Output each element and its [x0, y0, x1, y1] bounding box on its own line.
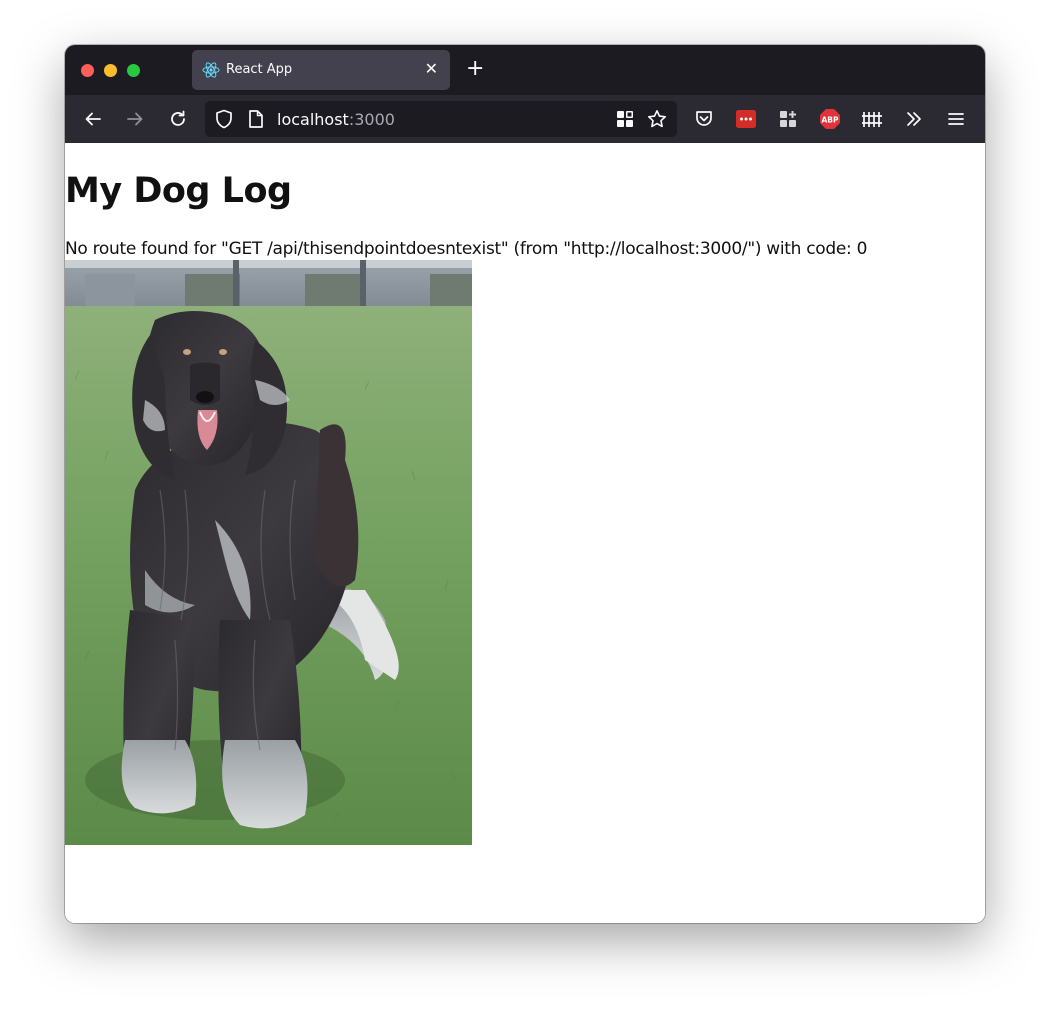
url-host: localhost	[277, 110, 349, 129]
dog-photo	[65, 260, 472, 845]
overflow-chevron-icon[interactable]	[902, 107, 926, 131]
pocket-icon[interactable]	[692, 107, 716, 131]
bookmark-star-icon[interactable]	[647, 109, 667, 129]
page-content: My Dog Log No route found for "GET /api/…	[65, 143, 985, 923]
svg-text:ABP: ABP	[821, 116, 839, 125]
close-window-button[interactable]	[81, 64, 94, 77]
browser-window: React App ✕ + localhost:3000 ABP My Dog …	[65, 45, 985, 923]
adblock-icon[interactable]: ABP	[818, 107, 842, 131]
new-tab-button[interactable]: +	[466, 57, 484, 81]
minimize-window-button[interactable]	[104, 64, 117, 77]
page-icon[interactable]	[246, 109, 266, 129]
tab-strip: React App ✕ +	[65, 45, 985, 95]
navigation-toolbar: localhost:3000 ABP	[65, 95, 985, 143]
tab-react-app[interactable]: React App ✕	[192, 50, 450, 90]
url-port: :3000	[348, 110, 395, 129]
maximize-window-button[interactable]	[127, 64, 140, 77]
reload-icon[interactable]	[166, 107, 190, 131]
react-logo-icon	[202, 61, 220, 79]
shield-icon[interactable]	[214, 109, 234, 129]
back-icon[interactable]	[81, 107, 105, 131]
fence-icon[interactable]	[860, 107, 884, 131]
error-message: No route found for "GET /api/thisendpoin…	[65, 239, 868, 259]
page-title: My Dog Log	[65, 171, 292, 211]
forward-icon[interactable]	[123, 107, 147, 131]
close-icon[interactable]: ✕	[425, 60, 438, 78]
extensions-grid-icon[interactable]	[615, 109, 635, 129]
address-bar[interactable]: localhost:3000	[205, 101, 677, 137]
menu-icon[interactable]	[944, 107, 968, 131]
widget-icon[interactable]	[776, 107, 800, 131]
tab-title: React App	[226, 62, 293, 77]
lastpass-icon[interactable]	[734, 107, 758, 131]
url-text[interactable]: localhost:3000	[277, 110, 395, 129]
